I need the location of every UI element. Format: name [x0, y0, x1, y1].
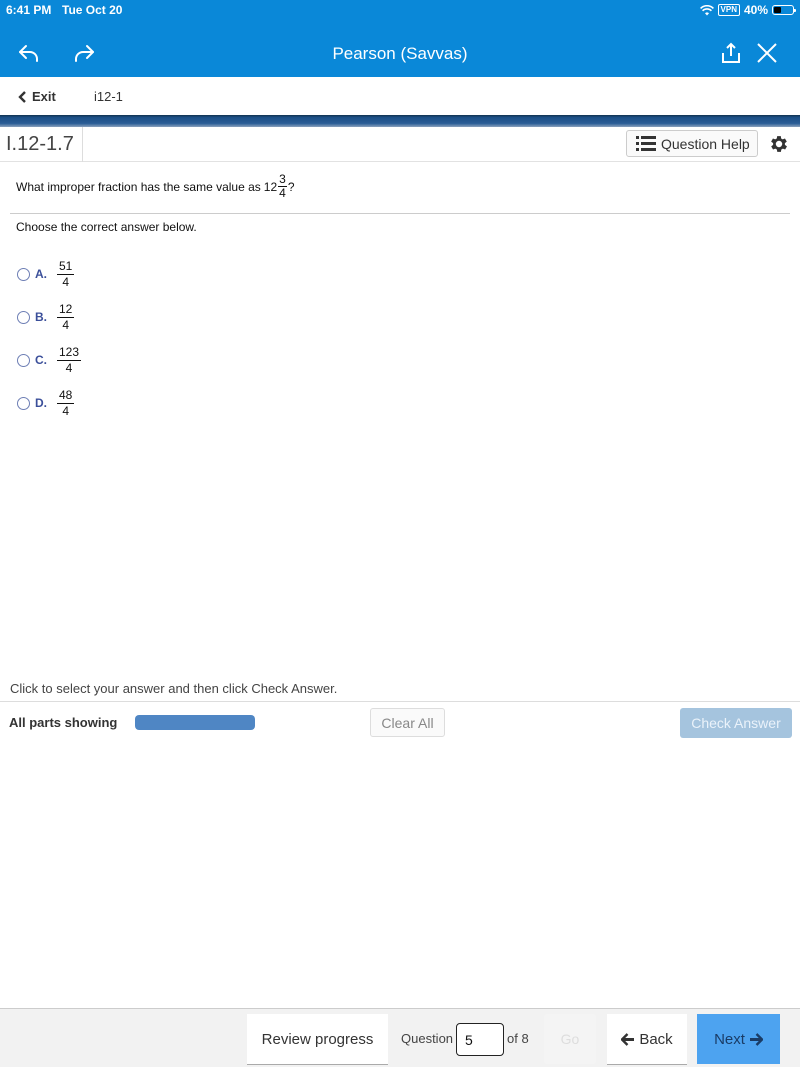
app-title: Pearson (Savvas) — [332, 44, 468, 63]
question-text: What improper fraction has the same valu… — [16, 173, 295, 200]
status-bar: 6:41 PM Tue Oct 20 VPN 40% — [6, 3, 796, 19]
question-number-input[interactable] — [456, 1023, 504, 1056]
mixed-number: 12 3 4 ? — [264, 173, 295, 200]
vpn-badge: VPN — [717, 4, 740, 16]
next-label: Next — [714, 1030, 745, 1048]
battery-icon — [772, 5, 796, 15]
parts-label: All parts showing — [9, 715, 118, 730]
option-letter: A. — [35, 267, 47, 281]
course-nav: Exit i12-1 — [0, 77, 800, 115]
exit-label: Exit — [32, 89, 56, 104]
question-label: Question — [401, 1031, 454, 1046]
option-b[interactable]: B. 12 4 — [17, 302, 75, 332]
arrow-left-icon — [621, 1032, 635, 1046]
option-denominator: 4 — [62, 318, 70, 332]
back-label: Back — [639, 1030, 673, 1048]
option-letter: D. — [35, 396, 47, 410]
back-button[interactable]: Back — [607, 1014, 687, 1064]
close-icon — [757, 43, 777, 63]
option-c[interactable]: C. 123 4 — [17, 345, 82, 375]
list-icon — [636, 136, 656, 151]
answer-hint: Click to select your answer and then cli… — [10, 681, 338, 696]
option-numerator: 48 — [57, 388, 75, 404]
status-time: 6:41 PM — [6, 3, 52, 17]
radio-button[interactable] — [17, 353, 30, 367]
chevron-left-icon — [18, 90, 26, 103]
wifi-icon — [699, 4, 714, 15]
settings-button[interactable] — [768, 133, 790, 155]
option-letter: B. — [35, 310, 47, 324]
option-fraction: 48 4 — [57, 388, 75, 418]
share-icon — [722, 42, 740, 63]
breadcrumb: i12-1 — [94, 89, 123, 104]
question-id: I.12-1.7 — [0, 127, 83, 162]
clear-all-button[interactable]: Clear All — [370, 708, 445, 737]
header-divider — [0, 115, 800, 127]
radio-button[interactable] — [17, 396, 30, 410]
question-header: I.12-1.7 Question Help — [0, 127, 800, 162]
option-fraction: 12 4 — [57, 302, 75, 332]
radio-button[interactable] — [17, 267, 30, 281]
option-a[interactable]: A. 51 4 — [17, 259, 75, 289]
option-denominator: 4 — [65, 361, 73, 375]
option-numerator: 123 — [57, 345, 82, 361]
option-numerator: 51 — [57, 259, 75, 275]
close-button[interactable] — [752, 38, 782, 68]
parts-progress-bar — [135, 715, 255, 730]
option-fraction: 51 4 — [57, 259, 75, 289]
question-divider — [10, 213, 790, 214]
gear-icon — [771, 136, 787, 152]
status-right: VPN 40% — [699, 3, 796, 17]
option-letter: C. — [35, 353, 47, 367]
next-button[interactable]: Next — [697, 1014, 780, 1064]
option-numerator: 12 — [57, 302, 75, 318]
review-progress-button[interactable]: Review progress — [247, 1014, 388, 1064]
question-help-label: Question Help — [661, 135, 750, 152]
check-answer-button[interactable]: Check Answer — [680, 708, 792, 738]
question-suffix: ? — [287, 179, 295, 194]
mixed-numerator: 3 — [278, 172, 287, 187]
footer-nav: Review progress Question of 8 Go Back Ne… — [0, 1008, 800, 1067]
mixed-denominator: 4 — [279, 186, 286, 200]
question-total: of 8 — [507, 1031, 529, 1046]
instruction: Choose the correct answer below. — [16, 220, 197, 234]
exit-button[interactable]: Exit — [18, 89, 56, 104]
app-header: 6:41 PM Tue Oct 20 VPN 40% Pearson (Savv… — [0, 0, 800, 77]
arrow-right-icon — [749, 1032, 763, 1046]
share-button[interactable] — [716, 38, 746, 68]
radio-button[interactable] — [17, 310, 30, 324]
go-button[interactable]: Go — [544, 1014, 596, 1064]
battery-percent: 40% — [743, 3, 768, 17]
mixed-whole: 12 — [263, 179, 278, 194]
option-fraction: 123 4 — [57, 345, 82, 375]
status-date: Tue Oct 20 — [62, 3, 123, 17]
question-prompt: What improper fraction has the same valu… — [16, 179, 261, 194]
question-help-button[interactable]: Question Help — [626, 130, 758, 157]
answer-divider — [0, 701, 800, 702]
option-denominator: 4 — [62, 275, 70, 289]
mixed-fraction: 3 4 — [278, 173, 287, 200]
option-denominator: 4 — [62, 404, 70, 418]
option-d[interactable]: D. 48 4 — [17, 388, 75, 418]
